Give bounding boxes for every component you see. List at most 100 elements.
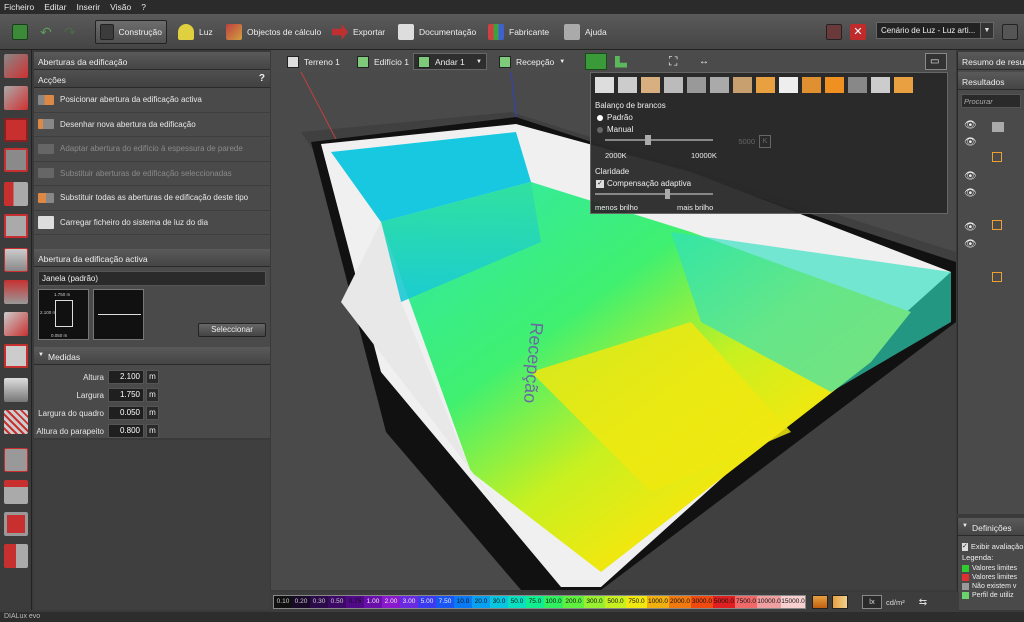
brightness-slider-track[interactable]	[595, 193, 713, 195]
tab-construction[interactable]: Construção	[95, 20, 167, 44]
wb-standard-radio[interactable]: Padrão	[597, 113, 633, 122]
room-selector[interactable]: Recepção ▼	[495, 53, 569, 70]
redo-icon[interactable]: ↷	[60, 20, 84, 44]
eye-icon[interactable]: 👁	[964, 171, 977, 188]
render-mode-dots-icon[interactable]	[664, 77, 683, 93]
menu-file[interactable]: Ficheiro	[4, 2, 34, 12]
falsecolor-settings-icon[interactable]	[812, 595, 828, 609]
active-opening-name[interactable]: Janela (padrão)	[38, 271, 266, 286]
show-evaluation-checkbox[interactable]: ✓ Exibir avaliação	[958, 536, 1024, 551]
render-mode-falsecolor-icon[interactable]	[825, 77, 844, 93]
falsecolor-palette-icon[interactable]	[832, 595, 848, 609]
text-tool-icon[interactable]	[4, 448, 28, 472]
scale-step: 500.0	[605, 596, 626, 608]
opening-outline-icon[interactable]	[4, 214, 28, 238]
render-mode-wireframe-icon[interactable]	[595, 77, 614, 93]
stairs-tool-icon[interactable]	[4, 410, 28, 434]
floorplan-view-icon[interactable]	[611, 53, 631, 70]
select-button[interactable]: Seleccionar	[198, 323, 266, 337]
wall-tool-icon[interactable]	[4, 118, 28, 142]
frame-tool-icon[interactable]	[4, 512, 28, 536]
unit-lux-button[interactable]: lx	[862, 595, 882, 609]
building-selector[interactable]: Edifício 1	[353, 53, 413, 70]
section-tool-icon[interactable]	[4, 480, 28, 504]
render-mode-shade-icon[interactable]	[848, 77, 867, 93]
tab-calc-objects[interactable]: Objectos de cálculo	[222, 20, 325, 44]
results-search-input[interactable]: Procurar	[961, 94, 1021, 108]
roof-tool-icon[interactable]	[4, 280, 28, 304]
eye-icon[interactable]: 👁	[964, 137, 977, 154]
render-mode-texture-icon[interactable]	[802, 77, 821, 93]
render-mode-box-icon[interactable]	[687, 77, 706, 93]
monitor-icon[interactable]: ▭	[925, 53, 947, 70]
ceiling-tool-icon[interactable]	[4, 312, 28, 336]
action-load-daylight[interactable]: Carregar ficheiro do sistema de luz do d…	[34, 211, 270, 235]
terrain-selector[interactable]: Terreno 1	[283, 53, 344, 70]
menu-insert[interactable]: Inserir	[76, 2, 100, 12]
save-icon[interactable]	[8, 20, 32, 44]
kelvin-input[interactable]: 5000	[725, 137, 755, 150]
floor-tool-icon[interactable]	[4, 344, 28, 368]
eye-icon[interactable]: 👁	[964, 120, 977, 137]
render-mode-spot-icon[interactable]	[871, 77, 890, 93]
wb-manual-radio[interactable]: Manual	[597, 125, 633, 134]
height-input[interactable]: 2.100	[108, 370, 144, 384]
eye-icon[interactable]: 👁	[964, 222, 977, 239]
falsecolor-scale[interactable]: 0.10 0.20 0.30 0.50 0.75 1.00 2.00 3.00 5.00 7.50…	[273, 595, 806, 609]
menu-help[interactable]: ?	[141, 2, 146, 12]
tab-documentation[interactable]: Documentação	[394, 20, 480, 44]
eye-icon[interactable]: 👁	[964, 239, 977, 256]
undo-icon[interactable]: ↶	[36, 20, 60, 44]
window-top-thumbnail[interactable]	[93, 289, 144, 340]
help-button[interactable]: ?	[259, 73, 265, 84]
action-position-opening[interactable]: Posicionar abertura da edificação activa	[34, 88, 270, 113]
menu-view[interactable]: Visão	[110, 2, 131, 12]
building-openings-panel: Aberturas da edificação Acções ? Posicio…	[34, 52, 270, 438]
unit-luminance-button[interactable]: cd/m²	[886, 598, 905, 607]
action-draw-opening[interactable]: Desenhar nova abertura da edificação	[34, 113, 270, 137]
definitions-header[interactable]: ▼ Definições	[958, 518, 1024, 536]
adaptive-compensation-checkbox[interactable]: ✓ Compensação adaptiva	[596, 179, 691, 188]
brightness-slider-handle[interactable]	[665, 189, 670, 199]
measure-icon[interactable]: ↔	[695, 53, 713, 70]
render-mode-stairs-icon[interactable]	[733, 77, 752, 93]
light-scene-select[interactable]: Cenário de Luz - Luz arti...	[876, 22, 994, 39]
render-mode-solid-icon[interactable]	[641, 77, 660, 93]
action-replace-all[interactable]: Substituir todas as aberturas de edifica…	[34, 186, 270, 211]
3d-view-button[interactable]	[585, 53, 607, 70]
frame-width-input[interactable]: 0.050	[108, 406, 144, 420]
measures-header[interactable]: ▼ Medidas	[34, 347, 270, 365]
render-mode-surface-icon[interactable]	[894, 77, 913, 93]
panel-empty-area	[34, 440, 270, 610]
swap-icon[interactable]: ⇆	[919, 597, 927, 608]
window-layout-icon[interactable]	[998, 20, 1022, 44]
render-mode-light-icon[interactable]	[756, 77, 775, 93]
align-tool-icon[interactable]	[4, 544, 28, 568]
floor-selector[interactable]: Andar 1 ▼	[413, 53, 487, 70]
table-tool-icon[interactable]	[4, 378, 28, 402]
kelvin-slider-track[interactable]	[605, 139, 713, 141]
render-mode-grid-icon[interactable]	[618, 77, 637, 93]
eye-icon[interactable]: 👁	[964, 188, 977, 205]
kelvin-slider-handle[interactable]	[645, 135, 651, 145]
furniture-tool-icon[interactable]	[4, 86, 28, 110]
sill-height-input[interactable]: 0.800	[108, 424, 144, 438]
render-mode-hatch-icon[interactable]	[710, 77, 729, 93]
tab-help[interactable]: Ajuda	[560, 20, 611, 44]
height-field: Altura 2.100 m	[34, 368, 270, 386]
tab-export[interactable]: Exportar	[328, 20, 389, 44]
cube-tool-icon[interactable]	[4, 248, 28, 272]
building-opening-tool-icon[interactable]	[4, 148, 28, 172]
tab-light[interactable]: Luz	[174, 20, 217, 44]
room-tool-icon[interactable]	[4, 54, 28, 78]
width-input[interactable]: 1.750	[108, 388, 144, 402]
render-mode-floor-icon[interactable]	[779, 77, 798, 93]
stop-icon[interactable]: ✕	[846, 20, 870, 44]
tab-manufacturer[interactable]: Fabricante	[484, 20, 553, 44]
menu-edit[interactable]: Editar	[44, 2, 66, 12]
chevron-down-icon[interactable]: ▼	[980, 22, 994, 39]
zoom-extents-icon[interactable]: ⛶	[665, 53, 681, 70]
window-front-thumbnail[interactable]: 1.750 m 2.100 m 0.050 m	[38, 289, 89, 340]
render-icon[interactable]	[822, 20, 846, 44]
door-tool-icon[interactable]	[4, 182, 28, 206]
